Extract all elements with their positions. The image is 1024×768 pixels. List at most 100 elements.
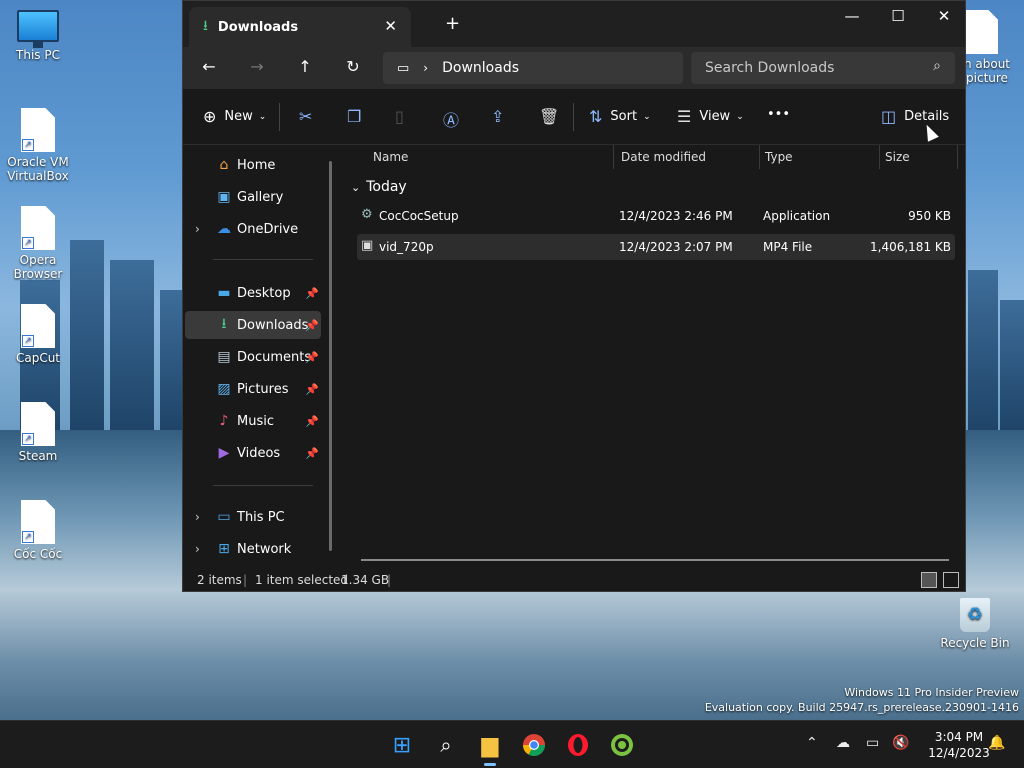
desktop-icon-opera[interactable]: ↗ Opera Browser — [0, 206, 76, 281]
table-row[interactable]: ▣ vid_720p 12/4/2023 2:07 PM MP4 File 1,… — [357, 234, 955, 260]
opera-icon[interactable] — [562, 729, 594, 761]
chevron-right-icon[interactable]: › — [195, 542, 200, 556]
forward-button[interactable]: → — [245, 57, 269, 76]
sidebar-item-pictures[interactable]: ▨ Pictures 📌 — [185, 375, 321, 403]
show-hidden-icons-chevron-icon[interactable]: ⌃ — [806, 735, 818, 751]
column-divider[interactable] — [957, 145, 958, 169]
details-view-button[interactable] — [921, 572, 937, 588]
coccoc-icon[interactable] — [606, 729, 638, 761]
details-label: Details — [904, 109, 950, 124]
pin-icon: 📌 — [305, 414, 319, 428]
sidebar-item-label: Videos — [237, 445, 281, 461]
desktop-icon-virtualbox[interactable]: ↗ Oracle VM VirtualBox — [0, 108, 76, 183]
monitor-icon — [17, 10, 59, 48]
search-input[interactable]: Search Downloads ⌕ — [691, 52, 955, 84]
notification-bell-icon[interactable]: 🔔 — [988, 735, 1005, 751]
paste-button[interactable]: ▯ — [395, 107, 404, 126]
column-divider[interactable] — [759, 145, 760, 169]
file-icon: ↗ — [21, 304, 55, 348]
minimize-button[interactable]: — — [829, 7, 875, 25]
desktop-icon-label: Opera Browser — [13, 253, 63, 281]
chevron-down-icon: ⌄ — [351, 180, 361, 194]
new-label: New — [224, 109, 253, 124]
shortcut-arrow-icon: ↗ — [22, 139, 34, 151]
desktop-icon-recycle-bin[interactable]: ♻ Recycle Bin — [940, 598, 1010, 650]
network-status-icon[interactable]: ▭ — [866, 735, 879, 751]
desktop-icon-capcut[interactable]: ↗ CapCut — [0, 304, 76, 365]
sidebar-item-music[interactable]: ♪ Music 📌 — [185, 407, 321, 435]
sidebar-item-home[interactable]: ⌂ Home — [185, 151, 321, 179]
file-date: 12/4/2023 2:46 PM — [619, 209, 733, 223]
selection-count: 1 item selected — [255, 573, 349, 587]
sidebar-item-network[interactable]: › ⊞ Network — [185, 535, 321, 563]
chrome-icon[interactable] — [518, 729, 550, 761]
file-icon: ↗ — [21, 206, 55, 250]
column-header-date[interactable]: Date modified — [621, 145, 706, 169]
chevron-down-icon: ⌄ — [258, 111, 267, 122]
toolbar-divider — [573, 103, 574, 131]
copy-icon: ❐ — [347, 107, 362, 126]
download-arrow-icon: ⭳ — [221, 316, 227, 332]
column-divider[interactable] — [613, 145, 614, 169]
desktop-icon-this-pc[interactable]: This PC — [0, 10, 76, 62]
delete-button[interactable]: 🗑 — [539, 107, 559, 126]
column-divider[interactable] — [879, 145, 880, 169]
maximize-button[interactable]: ☐ — [875, 7, 921, 25]
volume-muted-icon[interactable]: 🔇 — [892, 735, 909, 751]
details-button[interactable]: ◫ Details — [881, 107, 949, 126]
file-size: 1,406,181 KB — [870, 240, 951, 254]
back-button[interactable]: ← — [197, 57, 221, 76]
chevron-right-icon[interactable]: › — [195, 222, 200, 236]
setup-app-icon: ⚙ — [361, 207, 373, 222]
share-button[interactable]: ⇪ — [491, 107, 504, 126]
new-button[interactable]: ⊕ New ⌄ — [203, 107, 266, 126]
navigation-bar: ← → ↑ ↻ ▭ › Downloads Search Downloads ⌕ — [183, 47, 965, 89]
file-explorer-icon[interactable]: ▆ — [474, 729, 506, 766]
view-button[interactable]: ☰ View ⌄ — [677, 107, 744, 126]
sidebar-scrollbar[interactable] — [329, 161, 332, 551]
cloud-icon: ☁ — [217, 221, 231, 237]
rename-button[interactable]: Ⓐ — [443, 107, 459, 131]
cut-button[interactable]: ✂ — [299, 107, 312, 126]
sidebar-item-downloads[interactable]: ⭳ Downloads 📌 — [185, 311, 321, 339]
sidebar-item-gallery[interactable]: ▣ Gallery — [185, 183, 321, 211]
column-header-size[interactable]: Size — [885, 145, 910, 169]
chevron-right-icon[interactable]: › — [195, 510, 200, 524]
sidebar-item-documents[interactable]: ▤ Documents 📌 — [185, 343, 321, 371]
up-button[interactable]: ↑ — [293, 57, 317, 76]
group-header-today[interactable]: ⌄ Today — [351, 179, 407, 195]
tiles-view-button[interactable] — [943, 572, 959, 588]
tab-downloads[interactable]: ⭳ Downloads ✕ — [189, 7, 411, 47]
windows-start-icon[interactable]: ⊞ — [386, 729, 418, 761]
taskbar-clock[interactable]: 3:04 PM 12/4/2023 — [920, 729, 998, 761]
sidebar-item-label: Downloads — [237, 317, 309, 333]
file-name: CocCocSetup — [379, 209, 459, 223]
sidebar-item-videos[interactable]: ▶ Videos 📌 — [185, 439, 321, 467]
document-icon: ▤ — [217, 349, 231, 365]
search-icon[interactable]: ⌕ — [430, 729, 462, 761]
column-header-name[interactable]: Name — [373, 145, 408, 169]
file-date: 12/4/2023 2:07 PM — [619, 240, 733, 254]
copy-button[interactable]: ❐ — [347, 107, 361, 126]
refresh-button[interactable]: ↻ — [341, 57, 365, 76]
sidebar-item-desktop[interactable]: ▬ Desktop 📌 — [185, 279, 321, 307]
navigation-pane: ⌂ Home ▣ Gallery › ☁ OneDrive ▬ Desktop … — [183, 145, 333, 565]
sidebar-item-onedrive[interactable]: › ☁ OneDrive — [185, 215, 321, 243]
desktop-icon-steam[interactable]: ↗ Steam — [0, 402, 76, 463]
selection-size: 1.34 GB — [341, 573, 390, 587]
more-options-button[interactable]: ••• — [767, 107, 790, 122]
column-header-type[interactable]: Type — [765, 145, 793, 169]
table-row[interactable]: ⚙ CocCocSetup 12/4/2023 2:46 PM Applicat… — [357, 203, 955, 229]
file-list: Name Date modified Type Size ⌄ Today ⚙ C… — [341, 145, 965, 565]
address-bar[interactable]: ▭ › Downloads — [383, 52, 683, 84]
pin-icon: 📌 — [305, 286, 319, 300]
desktop-icon-coccoc[interactable]: ↗ Cốc Cốc — [0, 500, 76, 561]
onedrive-offline-icon[interactable]: ☁ — [836, 735, 850, 751]
close-window-button[interactable]: ✕ — [921, 7, 967, 25]
new-tab-button[interactable]: + — [445, 13, 460, 34]
close-tab-icon[interactable]: ✕ — [384, 17, 397, 35]
sidebar-item-this-pc[interactable]: › ▭ This PC — [185, 503, 321, 531]
horizontal-scrollbar[interactable] — [361, 559, 949, 561]
file-icon: ↗ — [21, 500, 55, 544]
sort-button[interactable]: ⇅ Sort ⌄ — [589, 107, 651, 126]
